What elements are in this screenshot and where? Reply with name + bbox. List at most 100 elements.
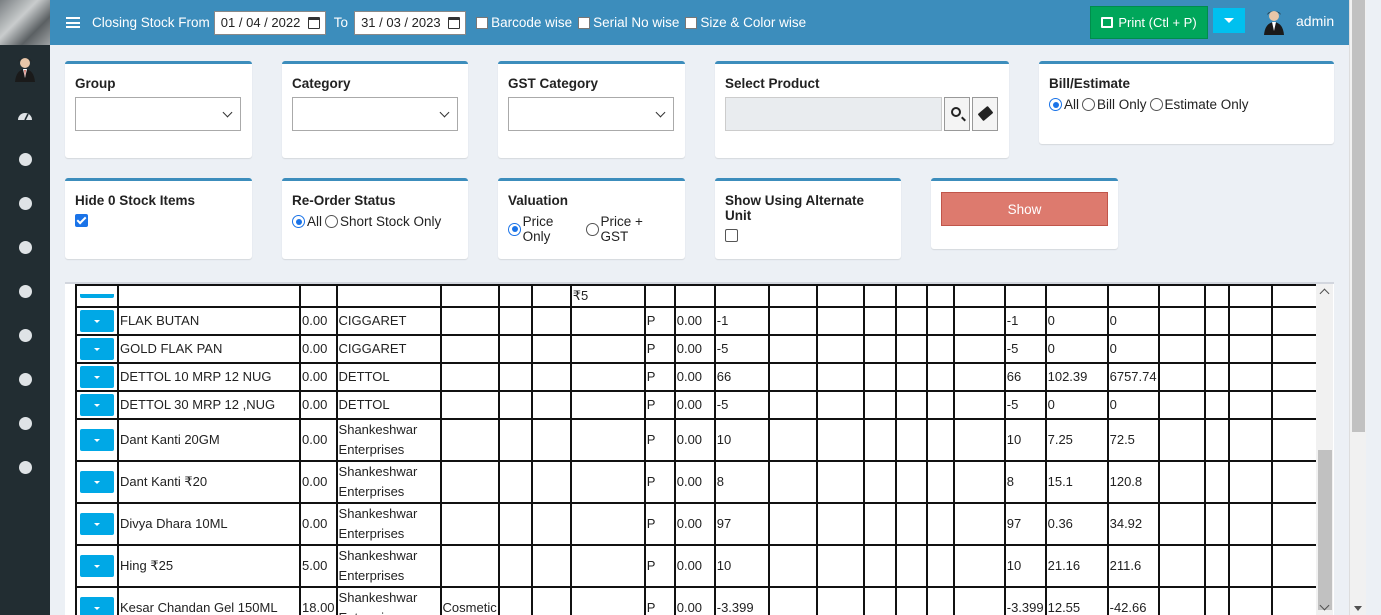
checkbox-box[interactable] [578,16,591,29]
circle-icon [18,460,32,474]
reorder-status-filter: Re-Order Status All Short Stock Only [282,178,468,259]
barcode-wise-label: Barcode wise [491,15,573,30]
circle-icon [18,196,32,210]
page-scrollbar[interactable] [1349,0,1366,615]
table-cell: Shankeshwar Enterprises [335,418,442,462]
print-icon [1101,17,1114,28]
product-name-cell: Kesar Chandan Gel 150ML [117,586,301,615]
sidebar-item-3[interactable] [0,225,50,269]
alternate-unit-checkbox[interactable] [725,229,738,242]
table-scrollbar-thumb[interactable] [1318,450,1332,610]
chevron-down-icon [222,107,233,118]
table-cell: -1 [713,306,770,336]
chevron-down-icon [94,438,100,442]
circle-icon [18,240,32,254]
table-cell [439,334,500,364]
category-filter: Category [282,61,468,158]
estimate-only-radio[interactable] [1149,98,1163,111]
sidebar-item-7[interactable] [0,401,50,445]
price-only-radio[interactable] [508,222,521,236]
clear-product-button[interactable] [972,97,998,131]
bill-all-radio[interactable] [1049,98,1062,111]
table-cell: 0.00 [299,362,338,392]
group-select[interactable] [75,97,241,131]
table-cell: 97 [1003,502,1047,546]
bill-all-label: All [1064,97,1080,112]
sidebar-user-avatar[interactable] [0,45,50,93]
bill-only-label: Bill Only [1097,97,1147,112]
barcode-wise-checkbox[interactable]: Barcode wise [476,15,572,30]
user-avatar[interactable] [1263,9,1285,38]
checkbox-box[interactable] [685,16,698,29]
product-search-input[interactable] [725,97,942,131]
eraser-icon [977,105,994,122]
table-cell: -3.399 [1003,586,1047,615]
table-cell: -5 [1003,334,1047,364]
chevron-up-icon[interactable] [1319,288,1330,299]
expand-row-button[interactable] [80,429,114,451]
table-cell: 6757.74 [1106,362,1160,392]
sidebar-item-2[interactable] [0,181,50,225]
table-row: DETTOL 10 MRP 12 NUG 0.00 DETTOL P 0.00 66 66 1… [75,362,1318,392]
table-cell: 0.00 [299,334,338,364]
hamburger-menu-icon[interactable] [66,15,80,31]
expand-row-button[interactable] [80,338,114,360]
table-cell: 8 [1003,460,1047,504]
expand-row-button[interactable] [80,597,114,615]
table-cell: 10 [713,418,770,462]
category-select[interactable] [292,97,458,131]
table-cell: P [643,390,676,420]
table-cell: ₹5 [569,284,646,308]
expand-row-button[interactable] [80,471,114,493]
user-name[interactable]: admin [1296,13,1334,29]
expand-row-button[interactable] [80,366,114,388]
table-cell: P [643,418,676,462]
expand-row-button[interactable] [80,294,114,298]
serial-no-wise-checkbox[interactable]: Serial No wise [578,15,679,30]
checkbox-box[interactable] [476,16,489,29]
sidebar-item-8[interactable] [0,445,50,489]
gst-category-select[interactable] [508,97,674,131]
short-stock-label: Short Stock Only [340,214,442,229]
product-search-button[interactable] [944,97,970,131]
print-options-dropdown[interactable] [1213,8,1245,33]
short-stock-radio[interactable] [325,215,339,228]
table-cell: 0 [1106,306,1160,336]
from-date-input[interactable]: 01 / 04 / 2022 [213,10,326,35]
expand-row-button[interactable] [80,513,114,535]
product-name-cell: Dant Kanti 20GM [117,418,301,462]
table-row: ₹5 [75,284,1318,308]
sidebar-item-dashboard[interactable] [0,93,50,137]
expand-row-button[interactable] [80,555,114,577]
table-cell: 0.00 [673,306,716,336]
hide-zero-stock-checkbox[interactable] [75,214,88,227]
calendar-icon[interactable] [448,16,461,29]
alternate-unit-label: Show Using Alternate Unit [725,193,865,223]
table-cell [439,460,500,504]
table-cell: -5 [1003,390,1047,420]
reorder-all-radio[interactable] [292,215,305,228]
category-label: Category [292,76,351,91]
sidebar-item-6[interactable] [0,357,50,401]
calendar-icon[interactable] [307,16,320,29]
show-button[interactable]: Show [941,192,1108,226]
table-scrollbar[interactable] [1316,284,1333,615]
scroll-down-arrow-icon[interactable] [1354,606,1362,611]
size-color-wise-checkbox[interactable]: Size & Color wise [685,15,806,30]
table-row: Kesar Chandan Gel 150ML 18.00 Shankeshwar … [75,586,1318,615]
print-button[interactable]: Print (Ctl + P) [1090,6,1208,39]
expand-row-button[interactable] [80,310,114,332]
sidebar-item-1[interactable] [0,137,50,181]
table-cell: 66 [713,362,770,392]
circle-icon [18,372,32,386]
to-date-input[interactable]: 31 / 03 / 2023 [354,10,467,35]
expand-row-button[interactable] [80,394,114,416]
sidebar-item-5[interactable] [0,313,50,357]
price-gst-radio[interactable] [585,222,599,236]
table-cell: 7.25 [1044,418,1109,462]
product-name-cell: FLAK BUTAN [117,306,301,336]
bill-only-radio[interactable] [1082,98,1096,111]
table-cell [439,306,500,336]
sidebar-item-4[interactable] [0,269,50,313]
scrollbar-thumb[interactable] [1352,0,1365,432]
